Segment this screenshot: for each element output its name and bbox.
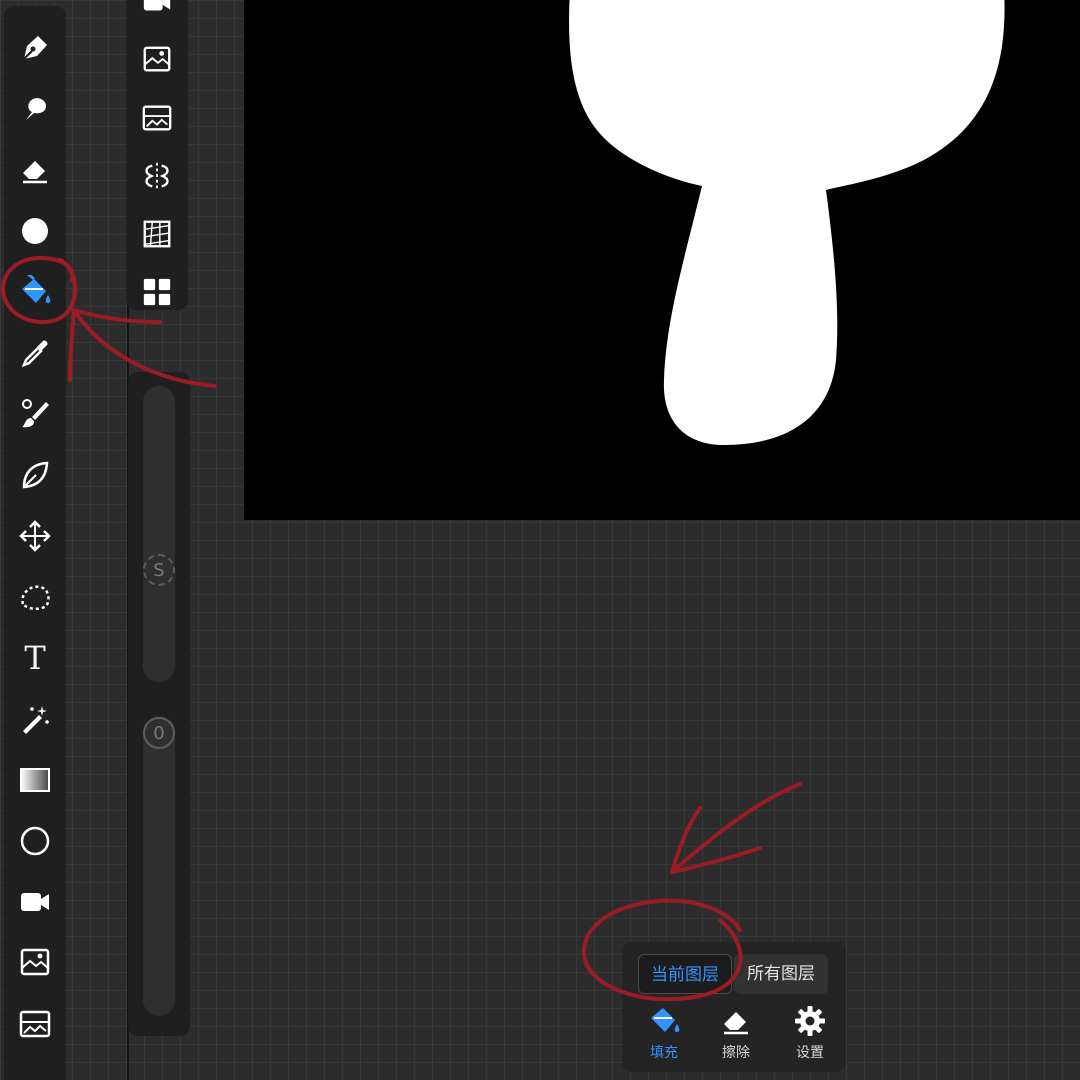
image-adjust-icon[interactable] [135,96,179,140]
circle-shape-icon[interactable] [13,819,57,863]
settings-button[interactable]: 设置 [780,1002,840,1064]
annotation-arrow-current-layer [670,782,802,874]
opacity-slider[interactable] [143,716,175,1016]
text-tool-glyph: T [24,639,46,677]
pen-icon[interactable] [13,26,57,70]
fill-bucket-icon [651,1008,680,1032]
move-icon[interactable] [13,514,57,558]
image-import-icon[interactable] [135,38,179,82]
eyedropper-icon[interactable] [13,331,57,375]
brush-icon[interactable] [13,392,57,436]
gradient-icon[interactable] [13,758,57,802]
secondary-toolbar [126,0,188,310]
drawing-canvas[interactable] [244,0,1080,520]
video-icon[interactable] [135,0,179,24]
perspective-icon[interactable] [135,212,179,256]
main-toolbar: T [4,6,66,1080]
mushroom-shape [569,0,1005,445]
tab-current-layer[interactable]: 当前图层 [638,954,732,994]
workspace: T S 0 当前图层 所有图层 填充 擦除 设置 [0,0,1080,1080]
fill-options-panel: 当前图层 所有图层 填充 擦除 设置 [622,942,846,1072]
eraser-icon [724,1012,748,1035]
color-circle-icon[interactable] [13,209,57,253]
leaf-icon[interactable] [13,453,57,497]
text-icon[interactable]: T [13,636,57,680]
fill-button[interactable]: 填充 [634,1002,694,1064]
size-knob-label: S [153,559,165,581]
smudge-icon[interactable] [13,87,57,131]
settings-label: 设置 [796,1045,824,1061]
opacity-knob-label: 0 [153,722,165,744]
magic-wand-icon[interactable] [13,697,57,741]
size-slider-knob[interactable]: S [143,554,175,586]
opacity-slider-knob[interactable]: 0 [143,717,175,749]
image-adjust-icon[interactable] [13,1002,57,1046]
tab-all-layers[interactable]: 所有图层 [734,954,828,994]
video-icon[interactable] [13,880,57,924]
eraser-icon[interactable] [13,148,57,192]
erase-button[interactable]: 擦除 [706,1002,766,1064]
image-import-icon[interactable] [13,941,57,985]
grid-layout-icon[interactable] [135,270,179,314]
size-slider[interactable] [143,386,175,682]
fill-bucket-icon[interactable] [13,270,57,314]
brush-sliders-panel: S 0 [128,372,190,1036]
symmetry-icon[interactable] [135,154,179,198]
fill-label: 填充 [650,1045,678,1061]
lasso-icon[interactable] [13,575,57,619]
erase-label: 擦除 [722,1045,750,1061]
gear-icon [795,1006,825,1036]
